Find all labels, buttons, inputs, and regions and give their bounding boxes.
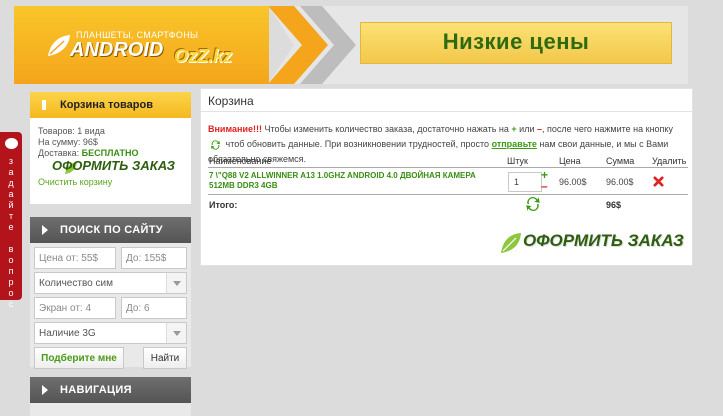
chevron-decor-icon [300,6,356,84]
left-sidebar: Корзина товаров Товаров: 1 вида На сумму… [30,92,191,416]
screen-from-input[interactable]: Экран от: 4 [34,297,116,319]
ask-question-letter: в [8,244,14,254]
sim-count-value: Количество сим [39,278,113,289]
ask-question-letter [0,233,22,244]
3g-value: Наличие 3G [39,328,96,339]
bullet-icon [42,100,46,110]
android-leaf-icon [48,35,70,56]
triangle-right-icon [42,385,48,395]
price-from-input[interactable]: Цена от: 55$ [34,247,116,269]
triangle-right-icon [42,225,48,235]
clear-cart-link[interactable]: Очистить корзину [38,177,183,188]
cart-header: Корзина товаров [30,92,191,118]
send-data-link[interactable]: отправьте [492,139,537,149]
cart-title: Корзина товаров [60,99,153,111]
page-title: Корзина [208,94,254,108]
cart-widget: Корзина товаров Товаров: 1 вида На сумму… [30,92,191,204]
find-button[interactable]: Найти [143,347,187,369]
notice-text: , после чего нажмите на кнопку [542,124,673,134]
navigation-title: НАВИГАЦИЯ [60,384,132,396]
ask-question-letter: а [8,167,14,177]
ask-question-tab[interactable]: задайте вопрос [0,132,22,309]
site-header: ПЛАНШЕТЫ, СМАРТФОНЫ ANDROID OzZ.kz Низки… [0,0,723,90]
notice-text: или [516,124,537,134]
row-sum: 96.00$ [606,177,634,187]
cart-summary: Товаров: 1 вида На сумму: 96$ Доставка: … [30,118,191,188]
speech-bubble-icon [5,138,18,149]
ask-question-letter: з [8,156,14,166]
place-order-button[interactable]: ОФОРМИТЬ ЗАКАЗ [497,229,692,257]
price-to-input[interactable]: До: 155$ [121,247,187,269]
sim-count-select[interactable]: Количество сим [34,272,187,294]
promo-banner[interactable]: Низкие цены [360,22,672,64]
ask-question-letter: й [8,200,14,210]
ask-question-letter: о [8,288,14,298]
divider [208,194,688,195]
cart-items-count: Товаров: 1 вида [38,126,105,136]
search-widget: ПОИСК ПО САЙТУ Цена от: 55$ До: 155$ Кол… [30,217,191,369]
cart-order-label: ОФОРМИТЬ ЗАКАЗ [52,158,175,173]
search-title: ПОИСК ПО САЙТУ [60,224,163,236]
notice-text: Чтобы изменить количество заказа, достат… [261,124,512,134]
divider [201,111,692,112]
ask-question-letter: р [8,277,14,287]
notice-warning: Внимание!!! [208,124,262,134]
col-header-name: Наименование [209,156,272,166]
ask-question-letter: а [8,189,14,199]
chevron-down-icon [166,323,186,343]
delivery-label: Доставка: [38,148,80,158]
navigation-widget: НАВИГАЦИЯ [30,377,191,416]
logo-brand: OzZ.kz [174,46,233,66]
3g-select[interactable]: Наличие 3G [34,322,187,344]
cart-sum: На сумму: 96$ [38,137,98,147]
divider [208,167,688,168]
refresh-icon [211,139,220,150]
search-header: ПОИСК ПО САЙТУ [30,217,191,243]
total-label: Итого: [209,200,238,210]
ask-question-letter: д [8,178,14,188]
promo-banner-title: Низкие цены [442,29,590,54]
quantity-input[interactable]: 1 [508,172,542,192]
ask-question-label: задайте вопрос [0,156,22,310]
chevron-down-icon [166,273,186,293]
logo-text: ANDROID [70,39,164,61]
logo-banner[interactable]: ПЛАНШЕТЫ, СМАРТФОНЫ ANDROID OzZ.kz [14,6,269,84]
delete-icon[interactable] [653,176,664,187]
ask-question-letter: с [8,299,14,309]
cart-order-button[interactable]: ОФОРМИТЬ ЗАКАЗ [38,159,183,177]
col-header-qty: Штук [507,156,528,166]
notice-text: чтоб обновить данные. При возникновении … [223,139,492,149]
col-header-delete: Удалить [652,156,687,166]
ask-question-letter: е [8,222,14,232]
ask-question-letter: п [8,266,14,276]
ask-question-letter: о [8,255,14,265]
product-name-link[interactable]: 7 \"Q88 V2 ALLWINNER A13 1.0GHZ ANDROID … [209,171,499,191]
total-value: 96$ [606,200,622,210]
row-price: 96.00$ [559,177,587,187]
delivery-value: БЕСПЛАТНО [81,148,139,158]
leaf-icon [501,233,521,253]
ask-question-letter: т [8,211,14,221]
col-header-price: Цена [559,156,581,166]
suggest-button[interactable]: Подберите мне [34,347,124,369]
screen-to-input[interactable]: До: 6 [121,297,187,319]
col-header-sum: Сумма [606,156,635,166]
refresh-icon[interactable] [524,195,542,213]
navigation-header: НАВИГАЦИЯ [30,377,191,403]
place-order-label: ОФОРМИТЬ ЗАКАЗ [523,231,684,250]
quantity-minus-icon[interactable]: – [541,180,550,192]
cart-panel: Корзина Внимание!!! Чтобы изменить колич… [200,88,693,266]
